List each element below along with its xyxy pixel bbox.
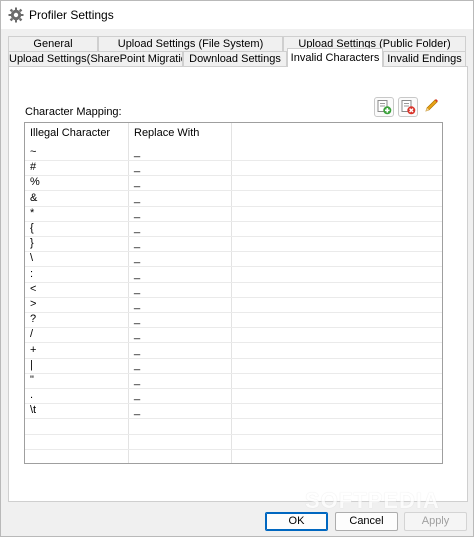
replace-with-cell[interactable]: _ [129, 403, 140, 418]
illegal-character-cell[interactable]: : [25, 267, 33, 282]
table-row[interactable]: < _ [25, 282, 442, 298]
replace-with-cell[interactable]: _ [129, 343, 140, 358]
column-header-illegal-character[interactable]: Illegal Character [25, 123, 129, 143]
tab-invalid-endings[interactable]: Invalid Endings [383, 51, 466, 66]
character-mapping-label: Character Mapping: [25, 106, 122, 118]
delete-icon [401, 100, 416, 115]
replace-with-cell[interactable]: _ [129, 206, 140, 221]
add-mapping-button[interactable] [374, 97, 394, 117]
table-row[interactable]: / _ [25, 327, 442, 344]
watermark: SOFTPEDIA [305, 488, 440, 513]
replace-with-cell[interactable]: _ [129, 221, 140, 236]
tab-download-settings[interactable]: Download Settings [183, 51, 287, 66]
add-icon [377, 100, 392, 115]
replace-with-cell[interactable]: _ [129, 297, 140, 312]
table-row[interactable]: > _ [25, 297, 442, 313]
table-row[interactable]: } _ [25, 236, 442, 253]
replace-with-cell[interactable]: _ [129, 388, 140, 403]
gear-icon [8, 7, 24, 23]
illegal-character-cell[interactable]: > [25, 297, 36, 312]
illegal-character-cell[interactable]: \t [25, 403, 36, 418]
tab-upload-settings-sharepoint-migration[interactable]: Upload Settings(SharePoint Migration) [8, 51, 183, 66]
replace-with-cell[interactable]: _ [129, 236, 140, 251]
table-row[interactable]: # _ [25, 160, 442, 177]
illegal-character-cell[interactable]: \ [25, 251, 33, 266]
replace-with-cell[interactable]: _ [129, 145, 140, 160]
illegal-character-cell[interactable]: & [25, 191, 37, 206]
replace-with-cell[interactable]: _ [129, 175, 140, 190]
table-row[interactable]: \ _ [25, 251, 442, 268]
replace-with-cell[interactable]: _ [129, 312, 140, 327]
replace-with-cell[interactable]: _ [129, 373, 140, 388]
edit-mapping-button[interactable] [422, 97, 440, 115]
table-row[interactable]: . _ [25, 388, 442, 405]
replace-with-cell[interactable]: _ [129, 191, 140, 206]
illegal-character-cell[interactable]: " [25, 373, 34, 388]
edit-icon [425, 99, 438, 112]
table-row[interactable]: \t _ [25, 403, 442, 420]
replace-with-cell[interactable]: _ [129, 327, 140, 342]
illegal-character-cell[interactable]: . [25, 388, 33, 403]
replace-with-cell[interactable]: _ [129, 358, 140, 373]
table-row[interactable]: * _ [25, 206, 442, 222]
window-title: Profiler Settings [29, 8, 114, 22]
illegal-character-cell[interactable]: { [25, 221, 34, 236]
delete-mapping-button[interactable] [398, 97, 418, 117]
illegal-character-cell[interactable]: ~ [25, 145, 36, 160]
table-row[interactable] [25, 449, 442, 463]
table-row[interactable]: ? _ [25, 312, 442, 329]
apply-button[interactable]: Apply [404, 512, 467, 531]
cancel-button[interactable]: Cancel [335, 512, 398, 531]
illegal-character-cell[interactable]: ? [25, 312, 36, 327]
replace-with-cell[interactable]: _ [129, 160, 140, 175]
illegal-character-cell[interactable]: } [25, 236, 34, 251]
character-mapping-grid[interactable]: Illegal Character Replace With ~ _ # _% _ & _ *… [24, 122, 443, 464]
table-row[interactable] [25, 419, 442, 435]
profiler-settings-window: Profiler Settings General Upload Setting… [0, 0, 474, 537]
column-header-replace-with[interactable]: Replace With [129, 123, 231, 143]
tab-upload-settings-file-system[interactable]: Upload Settings (File System) [98, 36, 283, 51]
table-row[interactable]: ~ _ [25, 145, 442, 161]
illegal-character-cell[interactable]: # [25, 160, 36, 175]
table-row[interactable]: & _ [25, 191, 442, 207]
illegal-character-cell[interactable]: * [25, 206, 34, 221]
table-row[interactable]: " _ [25, 373, 442, 389]
replace-with-cell[interactable]: _ [129, 251, 140, 266]
replace-with-cell[interactable]: _ [129, 282, 140, 297]
tab-general[interactable]: General [8, 36, 98, 51]
illegal-character-cell[interactable]: < [25, 282, 36, 297]
replace-with-cell[interactable]: _ [129, 267, 140, 282]
table-row[interactable]: {_ [25, 221, 442, 237]
title-bar: Profiler Settings [1, 1, 473, 29]
table-row[interactable] [25, 434, 442, 450]
table-row[interactable]: + _ [25, 343, 442, 359]
tab-invalid-characters[interactable]: Invalid Characters [287, 48, 383, 67]
illegal-character-cell[interactable]: | [25, 358, 33, 373]
illegal-character-cell[interactable]: % [25, 175, 40, 190]
table-row[interactable]: : _ [25, 267, 442, 283]
illegal-character-cell[interactable]: / [25, 327, 33, 342]
ok-button[interactable]: OK [265, 512, 328, 531]
table-row[interactable]: | _ [25, 358, 442, 374]
table-row[interactable]: % _ [25, 175, 442, 192]
illegal-character-cell[interactable]: + [25, 343, 36, 358]
